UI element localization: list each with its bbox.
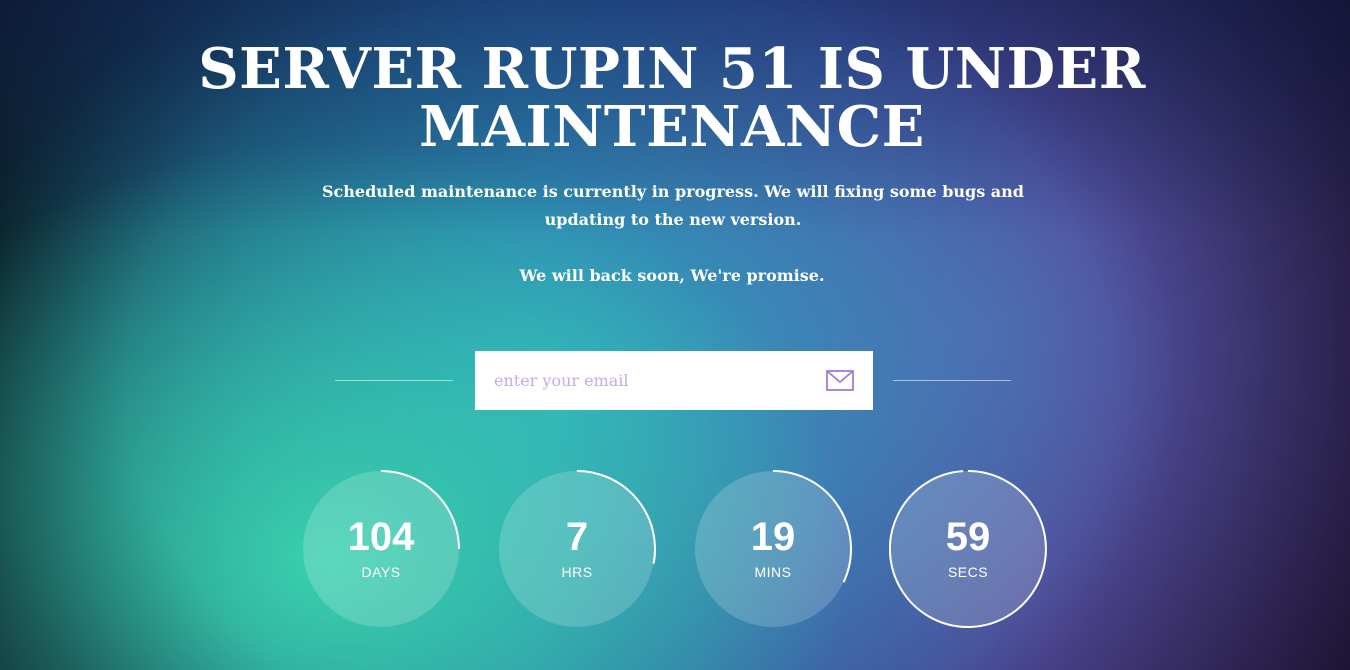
envelope-icon — [826, 370, 854, 391]
subscribe-button[interactable] — [820, 365, 860, 397]
countdown-hours-value: 7 — [565, 515, 589, 559]
countdown-days: 104 DAYS — [302, 470, 460, 628]
page-title: SERVER RUPIN 51 IS UNDER MAINTENANCE — [198, 36, 1146, 160]
divider-right — [893, 380, 1011, 381]
countdown-seconds: 59 SECS — [889, 470, 1047, 628]
countdown-minutes: 19 MINS — [694, 470, 852, 628]
countdown-days-label: DAYS — [361, 564, 401, 580]
countdown-days-value: 104 — [347, 515, 415, 559]
email-input[interactable] — [475, 351, 805, 410]
countdown-hours-label: HRS — [561, 564, 593, 580]
countdown-minutes-label: MINS — [754, 564, 792, 580]
countdown-hours: 7 HRS — [498, 470, 656, 628]
countdown-seconds-value: 59 — [945, 515, 991, 559]
page-description: Scheduled maintenance is currently in pr… — [322, 182, 1024, 229]
countdown-seconds-label: SECS — [947, 564, 989, 580]
countdown-minutes-value: 19 — [750, 515, 796, 559]
promise-text: We will back soon, We're promise. — [519, 266, 825, 285]
divider-left — [335, 380, 453, 381]
subscribe-form — [475, 351, 873, 410]
